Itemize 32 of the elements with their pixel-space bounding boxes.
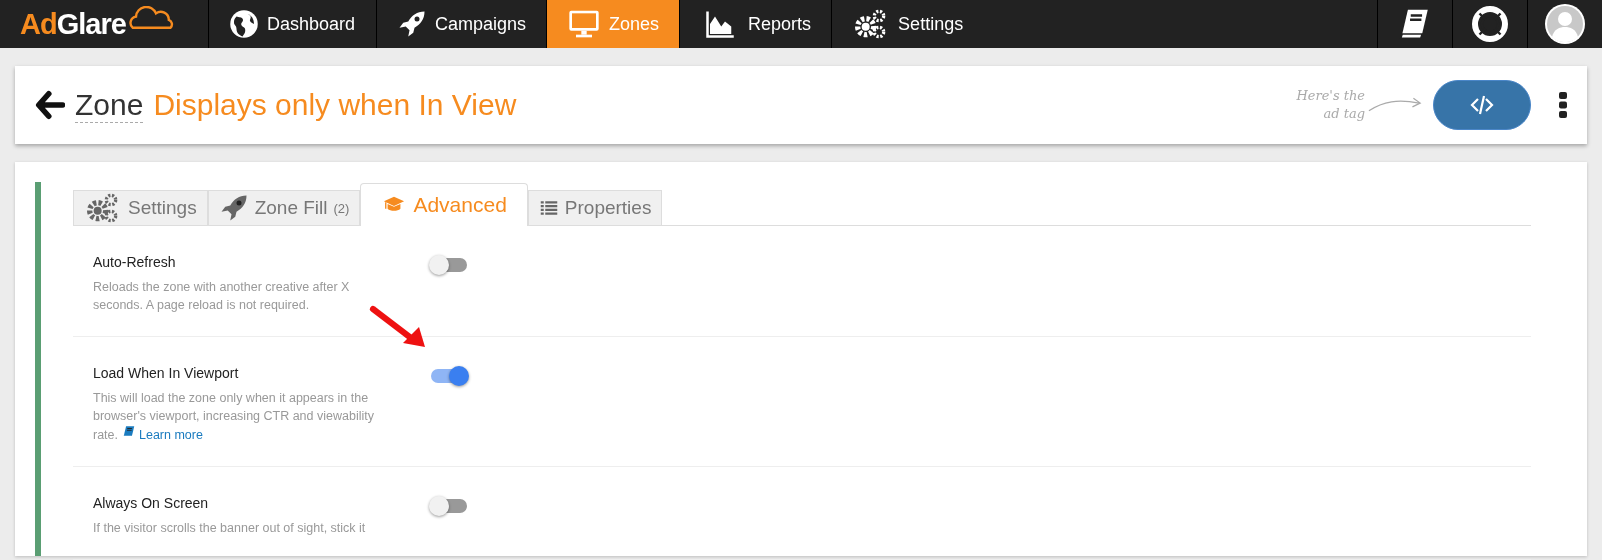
tab[interactable]: Zone Fill (2)	[207, 190, 361, 225]
nav-item[interactable]: Zones	[546, 0, 680, 48]
page-title: Displays only when In View	[153, 88, 517, 122]
book-icon	[121, 425, 136, 439]
setting-label: Load When In Viewport	[93, 365, 240, 381]
embed-code-button[interactable]	[1433, 80, 1531, 130]
monitor-icon	[567, 8, 602, 40]
page-type-label: Zone	[75, 87, 144, 123]
setting-description: Reloads the zone with another creative after X seconds. A page reload is not required.	[93, 279, 351, 314]
setting-label: Always On Screen	[93, 495, 210, 511]
back-arrow-icon[interactable]	[35, 90, 65, 120]
setting-label: Auto-Refresh	[93, 254, 177, 270]
tab[interactable]: Settings	[73, 190, 208, 225]
toggle-switch[interactable]	[431, 369, 467, 383]
toggle-switch[interactable]	[431, 499, 467, 513]
more-options-icon[interactable]	[1559, 92, 1567, 118]
list-icon	[538, 199, 559, 217]
globe-icon	[229, 9, 259, 39]
tab[interactable]: Properties	[527, 190, 663, 225]
nav-item[interactable]: Settings	[831, 0, 984, 48]
hint-text: Here's the ad tag	[1295, 87, 1365, 123]
logo[interactable]: AdGlare	[0, 0, 208, 48]
setting-description: If the visitor scrolls the banner out of sight, stick it	[93, 520, 367, 537]
learn-more-link[interactable]: Learn more	[121, 428, 203, 442]
nav-item[interactable]: Dashboard	[208, 0, 376, 48]
tab[interactable]: Advanced	[360, 183, 528, 226]
avatar-icon[interactable]	[1545, 4, 1585, 44]
rocket-icon	[397, 9, 427, 39]
toggle-switch[interactable]	[431, 258, 467, 272]
setting-description: This will load the zone only when it appears in the browser's viewport, increasing CTR and viewability rate. Learn more	[93, 390, 375, 444]
life-ring-icon[interactable]	[1472, 6, 1508, 42]
nav-item[interactable]: Reports	[679, 0, 832, 48]
